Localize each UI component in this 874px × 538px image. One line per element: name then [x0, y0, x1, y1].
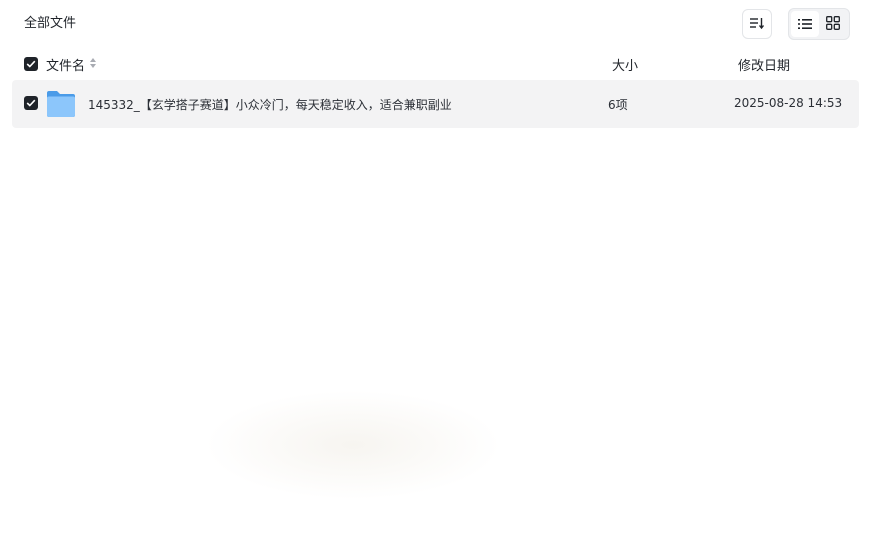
file-modified-date: 2025-08-28 14:53 — [734, 96, 843, 110]
table-row[interactable]: 145332_【玄学搭子赛道】小众冷门，每天稳定收入，适合兼职副业 6项 202… — [12, 80, 859, 128]
sort-button[interactable] — [742, 9, 772, 39]
grid-view-icon — [826, 15, 840, 34]
grid-view-button[interactable] — [819, 11, 847, 37]
list-view-icon — [798, 15, 812, 34]
check-icon — [26, 57, 36, 72]
column-name-label: 文件名 — [46, 59, 86, 74]
sort-caret-icon[interactable] — [89, 57, 97, 73]
sort-icon — [749, 15, 765, 34]
view-toggle — [788, 8, 850, 40]
list-view-button[interactable] — [791, 11, 819, 37]
column-header-size[interactable]: 大小 — [612, 55, 638, 74]
folder-icon — [46, 90, 76, 118]
file-name[interactable]: 145332_【玄学搭子赛道】小众冷门，每天稳定收入，适合兼职副业 — [88, 96, 452, 113]
background-watermark — [204, 390, 502, 500]
table-header: 文件名 大小 修改日期 — [24, 54, 850, 74]
column-header-name[interactable]: 文件名 — [46, 55, 97, 74]
check-icon — [26, 96, 36, 110]
column-header-date[interactable]: 修改日期 — [738, 55, 790, 74]
toolbar — [742, 8, 850, 40]
breadcrumb[interactable]: 全部文件 — [24, 14, 76, 34]
file-browser: 全部文件 文件名 大小 修改日期 145332_【玄学搭子赛道】小众冷门，每天稳… — [0, 0, 874, 538]
file-size: 6项 — [608, 98, 628, 112]
select-all-checkbox[interactable] — [24, 57, 38, 71]
row-checkbox[interactable] — [24, 96, 38, 110]
